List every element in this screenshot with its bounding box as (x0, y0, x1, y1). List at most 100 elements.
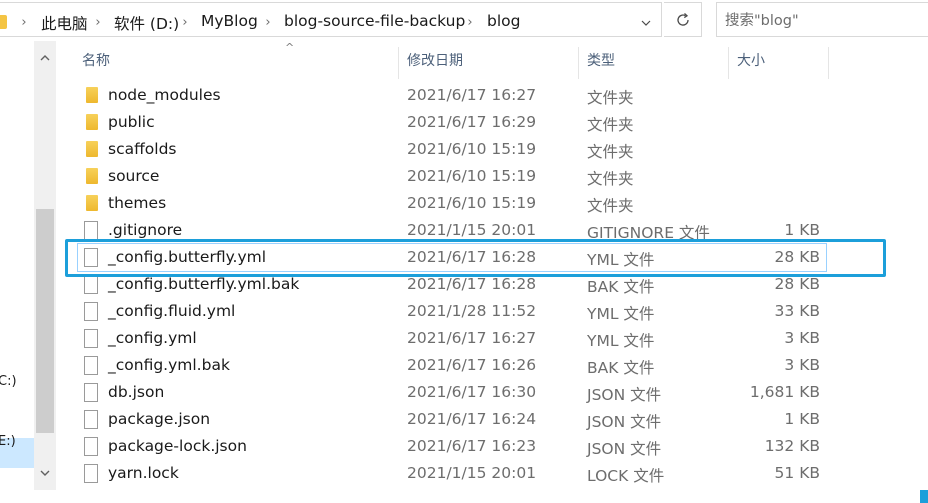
chevron-right-icon[interactable]: › (263, 14, 273, 30)
file-name[interactable]: node_modules (108, 86, 221, 104)
file-name[interactable]: _config.fluid.yml (108, 302, 235, 320)
file-name[interactable]: public (108, 113, 155, 131)
file-type: 文件夹 (587, 143, 634, 161)
annotation-highlight-box (65, 239, 886, 277)
file-modified-date: 2021/6/17 16:30 (407, 383, 537, 401)
file-type: JSON 文件 (587, 386, 662, 404)
file-modified-date: 2021/6/10 15:19 (407, 194, 537, 212)
file-name[interactable]: themes (108, 194, 166, 212)
file-name[interactable]: scaffolds (108, 140, 176, 158)
file-row[interactable]: themes 2021/6/10 15:19 文件夹 (78, 190, 826, 217)
scroll-down-button[interactable] (34, 456, 56, 490)
refresh-button[interactable] (664, 2, 702, 37)
breadcrumb-this-pc[interactable]: 此电脑 (41, 12, 88, 34)
file-size: 3 KB (784, 356, 820, 374)
folder-icon (86, 195, 98, 211)
file-name[interactable]: _config.yml (108, 329, 197, 347)
scroll-up-button[interactable] (34, 41, 56, 75)
column-divider[interactable] (828, 47, 829, 79)
file-modified-date: 2021/6/17 16:24 (407, 410, 537, 428)
file-type: BAK 文件 (587, 359, 655, 377)
column-header-name[interactable]: 名称 (82, 41, 398, 79)
chevron-right-icon[interactable]: › (180, 14, 190, 30)
file-name[interactable]: .gitignore (108, 221, 182, 239)
folder-icon (86, 114, 98, 130)
file-name[interactable]: _config.butterfly.yml.bak (108, 275, 299, 293)
file-name[interactable]: package-lock.json (108, 437, 247, 455)
file-name[interactable]: source (108, 167, 159, 185)
file-name[interactable]: db.json (108, 383, 164, 401)
column-divider[interactable] (728, 47, 729, 79)
file-icon (84, 464, 98, 483)
column-divider[interactable] (578, 47, 579, 79)
file-row[interactable]: db.json 2021/6/17 16:30 JSON 文件 1,681 KB (78, 379, 826, 406)
file-row[interactable]: public 2021/6/17 16:29 文件夹 (78, 109, 826, 136)
address-bar[interactable]: › 此电脑 › 软件 (D:) › MyBlog › blog-source-f… (0, 2, 662, 37)
file-row[interactable]: _config.yml 2021/6/17 16:27 YML 文件 3 KB (78, 325, 826, 352)
column-header-date[interactable]: 修改日期 (407, 41, 577, 79)
chevron-right-icon[interactable]: › (465, 14, 475, 30)
chevron-up-icon (40, 55, 50, 61)
file-size: 132 KB (764, 437, 820, 455)
file-size: 1 KB (784, 410, 820, 428)
chevron-down-icon (641, 20, 651, 26)
file-row[interactable]: scaffolds 2021/6/10 15:19 文件夹 (78, 136, 826, 163)
file-type: YML 文件 (587, 332, 655, 350)
file-type: 文件夹 (587, 197, 634, 215)
address-history-dropdown[interactable] (631, 6, 661, 39)
nav-item-drive-c[interactable]: C:) (0, 374, 17, 389)
folder-icon (86, 168, 98, 184)
file-name[interactable]: package.json (108, 410, 210, 428)
chevron-down-icon (40, 470, 50, 476)
file-row[interactable]: _config.yml.bak 2021/6/17 16:26 BAK 文件 3 KB (78, 352, 826, 379)
column-header-size[interactable]: 大小 (737, 41, 827, 79)
file-icon (84, 275, 98, 294)
file-row[interactable]: node_modules 2021/6/17 16:27 文件夹 (78, 82, 826, 109)
chevron-right-icon[interactable]: › (19, 14, 29, 30)
file-modified-date: 2021/6/10 15:19 (407, 140, 537, 158)
refresh-icon (676, 12, 689, 26)
nav-item-drive-e[interactable]: E:) (0, 434, 16, 449)
file-icon (84, 383, 98, 402)
column-size-label: 大小 (737, 53, 765, 69)
file-type: 文件夹 (587, 170, 634, 188)
file-size: 1,681 KB (749, 383, 820, 401)
file-modified-date: 2021/6/10 15:19 (407, 167, 537, 185)
chevron-right-icon[interactable]: › (93, 14, 103, 30)
file-icon (84, 302, 98, 321)
file-icon (84, 329, 98, 348)
folder-icon (86, 87, 98, 103)
file-row[interactable]: package.json 2021/6/17 16:24 JSON 文件 1 KB (78, 406, 826, 433)
file-modified-date: 2021/6/17 16:29 (407, 113, 537, 131)
search-box[interactable] (716, 2, 928, 37)
column-date-label: 修改日期 (407, 53, 463, 69)
file-row[interactable]: _config.fluid.yml 2021/1/28 11:52 YML 文件 33… (78, 298, 826, 325)
file-modified-date: 2021/6/17 16:26 (407, 356, 537, 374)
breadcrumb-drive-d[interactable]: 软件 (D:) (114, 12, 179, 34)
file-icon (84, 356, 98, 375)
file-list-header: ^ 名称 修改日期 类型 大小 (56, 41, 928, 79)
nav-scrollbar[interactable] (34, 41, 56, 490)
file-size: 33 KB (774, 302, 820, 320)
breadcrumb-blog[interactable]: blog (487, 12, 520, 30)
file-modified-date: 2021/1/15 20:01 (407, 221, 537, 239)
file-modified-date: 2021/1/15 20:01 (407, 464, 537, 482)
breadcrumb-myblog[interactable]: MyBlog (201, 12, 258, 30)
file-row[interactable]: source 2021/6/10 15:19 文件夹 (78, 163, 826, 190)
file-type: JSON 文件 (587, 440, 662, 458)
file-row[interactable]: package-lock.json 2021/6/17 16:23 JSON 文件 1… (78, 433, 826, 460)
column-divider[interactable] (398, 47, 399, 79)
column-header-type[interactable]: 类型 (587, 41, 727, 79)
file-icon (84, 437, 98, 456)
file-modified-date: 2021/6/17 16:28 (407, 275, 537, 293)
scroll-thumb[interactable] (36, 209, 54, 433)
file-name[interactable]: yarn.lock (108, 464, 179, 482)
file-type: 文件夹 (587, 116, 634, 134)
file-size: 1 KB (784, 221, 820, 239)
search-input[interactable] (725, 11, 915, 31)
file-name[interactable]: _config.yml.bak (108, 356, 230, 374)
breadcrumb-backup[interactable]: blog-source-file-backup (284, 12, 465, 30)
corner-accent (920, 490, 928, 503)
file-row[interactable]: yarn.lock 2021/1/15 20:01 LOCK 文件 51 KB (78, 460, 826, 487)
file-size: 3 KB (784, 329, 820, 347)
